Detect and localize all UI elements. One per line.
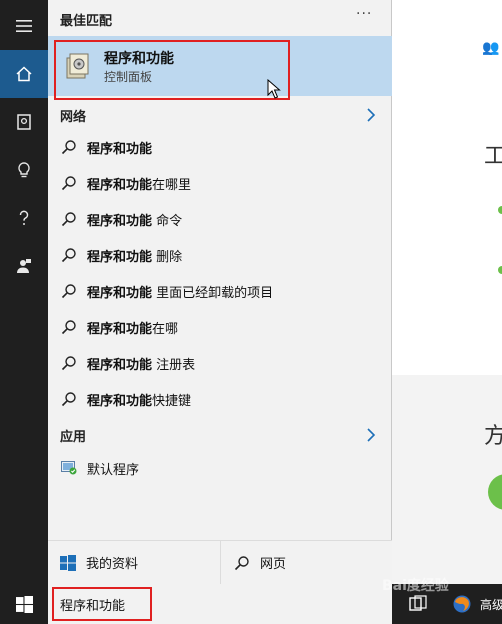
start-menu-rail bbox=[0, 0, 48, 584]
result-query-suffix: 在哪 bbox=[152, 321, 179, 337]
home-button[interactable] bbox=[0, 50, 48, 98]
result-query-bold: 程序和功能 bbox=[87, 249, 153, 265]
user-button[interactable] bbox=[0, 242, 48, 290]
result-query-bold: 程序和功能 bbox=[87, 141, 153, 157]
status-dot bbox=[498, 266, 502, 274]
my-stuff-label: 我的资料 bbox=[86, 557, 139, 572]
background-heading: 方 bbox=[484, 424, 502, 449]
task-view-icon[interactable] bbox=[408, 594, 428, 614]
result-query-suffix: 命令 bbox=[152, 213, 183, 229]
result-query-bold: 程序和功能 bbox=[87, 321, 153, 337]
web-label: 网页 bbox=[260, 557, 287, 572]
highlight-box bbox=[52, 587, 152, 621]
question-icon bbox=[19, 210, 29, 225]
divider bbox=[220, 541, 221, 585]
highlight-box bbox=[54, 40, 290, 100]
windows-logo-icon bbox=[60, 554, 76, 571]
search-icon bbox=[61, 176, 76, 191]
search-icon bbox=[61, 248, 76, 263]
web-result-item[interactable]: 程序和功能在哪里 bbox=[48, 165, 392, 201]
web-result-item[interactable]: 程序和功能 命令 bbox=[48, 201, 392, 237]
result-query-suffix: 注册表 bbox=[152, 357, 196, 373]
background-app-window: 👥 工 方 bbox=[392, 0, 502, 584]
windows-logo-icon bbox=[15, 595, 33, 613]
result-query-suffix: 快捷键 bbox=[152, 393, 192, 409]
more-options-button[interactable]: ··· bbox=[356, 6, 372, 22]
search-icon bbox=[61, 212, 76, 227]
search-icon bbox=[61, 356, 76, 371]
app-result-item[interactable]: 默认程序 bbox=[48, 452, 392, 484]
web-result-item[interactable]: 程序和功能快捷键 bbox=[48, 381, 392, 417]
my-stuff-button[interactable]: 我的资料 bbox=[60, 541, 138, 584]
people-icon: 👥 bbox=[482, 40, 500, 56]
hamburger-icon bbox=[16, 20, 32, 32]
web-result-item[interactable]: 程序和功能在哪 bbox=[48, 309, 392, 345]
result-query-suffix: 在哪里 bbox=[152, 177, 192, 193]
notebook-button[interactable] bbox=[0, 98, 48, 146]
search-icon bbox=[234, 555, 249, 570]
result-query-suffix: 里面已经卸载的项目 bbox=[152, 285, 274, 301]
web-result-item[interactable]: 程序和功能 删除 bbox=[48, 237, 392, 273]
status-dot bbox=[498, 206, 502, 214]
chevron-right-icon[interactable] bbox=[366, 428, 376, 442]
result-query-bold: 程序和功能 bbox=[87, 357, 153, 373]
mouse-cursor-icon bbox=[267, 79, 281, 99]
background-heading: 工 bbox=[484, 144, 502, 169]
result-query-bold: 程序和功能 bbox=[87, 177, 153, 193]
search-icon bbox=[61, 392, 76, 407]
lightbulb-icon bbox=[18, 162, 30, 178]
app-result-label: 默认程序 bbox=[87, 462, 140, 478]
watermark: Bai度经验 bbox=[382, 578, 449, 594]
web-result-item[interactable]: 程序和功能 注册表 bbox=[48, 345, 392, 381]
web-result-item[interactable]: 程序和功能 里面已经卸载的项目 bbox=[48, 273, 392, 309]
start-button[interactable] bbox=[0, 584, 48, 624]
web-result-item[interactable]: 程序和功能 bbox=[48, 129, 392, 165]
chevron-right-icon[interactable] bbox=[366, 108, 376, 122]
result-query-bold: 程序和功能 bbox=[87, 213, 153, 229]
bottom-bar: 我的资料 网页 bbox=[48, 540, 392, 585]
default-programs-icon bbox=[61, 461, 77, 475]
help-button[interactable] bbox=[0, 194, 48, 242]
tray-label: 高级 bbox=[480, 598, 502, 612]
home-icon bbox=[16, 66, 32, 82]
result-query-suffix: 删除 bbox=[152, 249, 183, 265]
user-feedback-icon bbox=[17, 259, 31, 273]
notebook-icon bbox=[17, 114, 31, 130]
web-button[interactable]: 网页 bbox=[234, 541, 286, 584]
search-icon bbox=[61, 320, 76, 335]
result-query-bold: 程序和功能 bbox=[87, 393, 153, 409]
apps-header: 应用 bbox=[60, 430, 87, 445]
feedback-button[interactable] bbox=[0, 146, 48, 194]
search-results-panel: 最佳匹配 ··· 程序和功能 控制面板 网络 程序和功能 程序和功能在哪里 程序… bbox=[48, 0, 392, 585]
search-icon bbox=[61, 284, 76, 299]
firefox-icon[interactable] bbox=[452, 594, 472, 614]
menu-button[interactable] bbox=[0, 2, 48, 50]
best-match-header: 最佳匹配 bbox=[60, 14, 113, 29]
search-icon bbox=[61, 140, 76, 155]
result-query-bold: 程序和功能 bbox=[87, 285, 153, 301]
web-header: 网络 bbox=[60, 110, 87, 125]
